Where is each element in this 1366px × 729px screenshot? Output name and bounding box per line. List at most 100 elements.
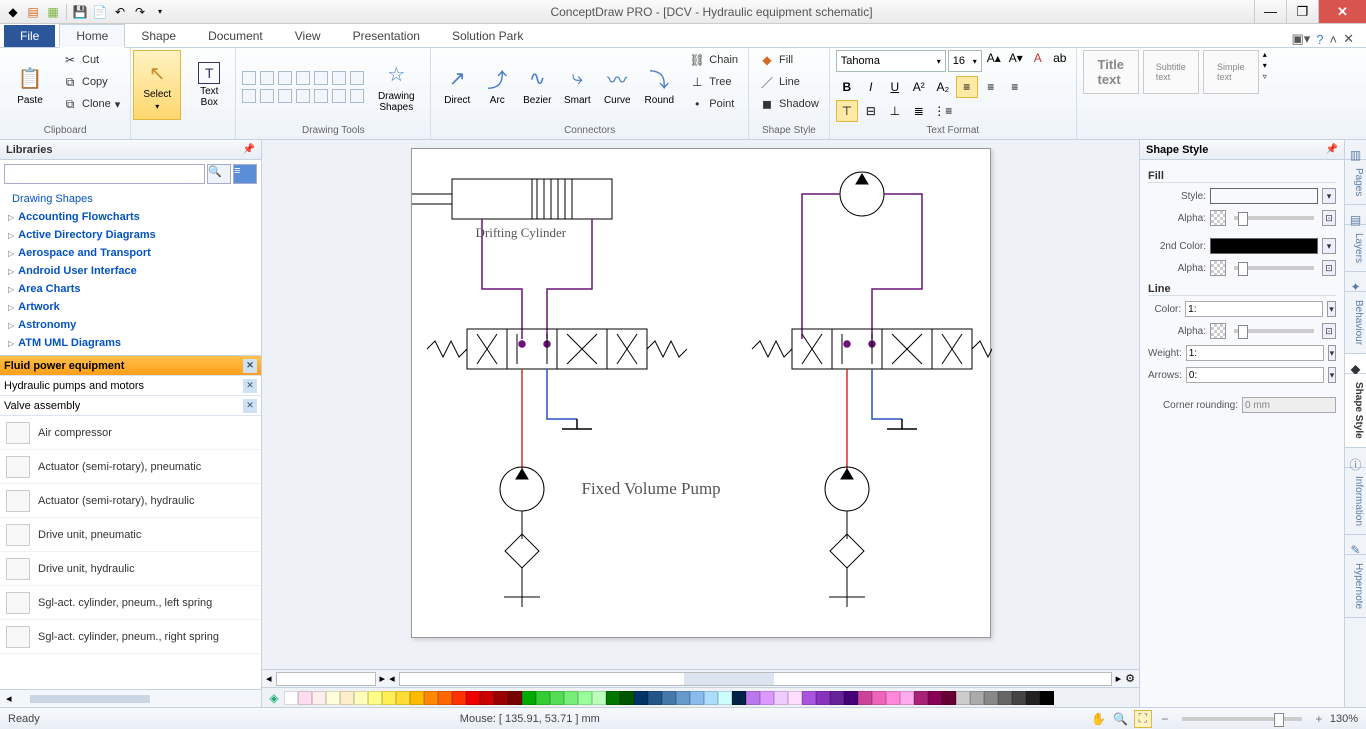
shrink-font-icon[interactable]: A▾ (1006, 50, 1026, 66)
help-icon[interactable]: ? (1316, 32, 1323, 47)
close-doc-icon[interactable]: ✕ (1343, 31, 1354, 47)
drawing-tool-grid[interactable] (242, 71, 364, 103)
valign-bot-button[interactable]: ⊥ (884, 100, 906, 122)
color-swatch[interactable] (564, 691, 578, 705)
color-swatch[interactable] (312, 691, 326, 705)
style-subtitle[interactable]: Subtitle text (1143, 50, 1199, 94)
connector-smart[interactable]: ⤷Smart (557, 50, 597, 120)
color-swatch[interactable] (718, 691, 732, 705)
qat-dropdown-icon[interactable]: ▾ (151, 3, 169, 21)
status-zoom-out-icon[interactable]: − (1156, 710, 1174, 728)
copy-button[interactable]: ⧉Copy (58, 72, 124, 92)
pin-icon[interactable]: 📌 (243, 144, 255, 155)
color-swatch[interactable] (368, 691, 382, 705)
align-left-button[interactable]: ≡ (956, 76, 978, 98)
tab-home[interactable]: Home (59, 24, 125, 48)
page-tab-nav[interactable] (276, 672, 376, 686)
clone-button[interactable]: ⧉Clone ▾ (58, 94, 124, 114)
color-swatch[interactable] (326, 691, 340, 705)
color-swatch[interactable] (704, 691, 718, 705)
color-swatch[interactable] (522, 691, 536, 705)
close-icon[interactable]: ✕ (243, 379, 257, 393)
styles-down-icon[interactable]: ▾ (1263, 61, 1267, 70)
search-button[interactable]: 🔍 (207, 164, 231, 184)
qat-new-icon[interactable]: 📄 (91, 3, 109, 21)
color-swatch[interactable] (676, 691, 690, 705)
drawing-shapes-button[interactable]: ☆ Drawing Shapes (368, 52, 424, 122)
config-icon[interactable]: ⚙ (1125, 672, 1135, 685)
close-icon[interactable]: ✕ (243, 399, 257, 413)
sidetab-pages-icon[interactable]: ▥ (1345, 140, 1366, 160)
highlight-icon[interactable]: ab (1050, 50, 1070, 66)
file-tab[interactable]: File (4, 25, 55, 47)
alpha-slider[interactable] (1234, 216, 1314, 220)
style-title[interactable]: Title text (1083, 50, 1139, 94)
color-swatch[interactable] (970, 691, 984, 705)
second-color-swatch[interactable] (1210, 238, 1318, 254)
color-swatch[interactable] (774, 691, 788, 705)
tab-solution-park[interactable]: Solution Park (436, 25, 539, 47)
styles-more-icon[interactable]: ▿ (1263, 72, 1267, 81)
canvas[interactable]: Drifting Cylinder Fixed Volume Pump (411, 148, 991, 638)
color-swatch[interactable] (508, 691, 522, 705)
underline-button[interactable]: U (884, 76, 906, 98)
color-swatch[interactable] (536, 691, 550, 705)
color-swatch[interactable] (914, 691, 928, 705)
color-swatch[interactable] (424, 691, 438, 705)
color-swatch[interactable] (648, 691, 662, 705)
color-swatch[interactable] (872, 691, 886, 705)
close-icon[interactable]: ✕ (243, 359, 257, 373)
textbox-button[interactable]: T Text Box (185, 50, 233, 120)
dropdown-icon[interactable]: ▾ (1322, 188, 1336, 204)
tab-document[interactable]: Document (192, 25, 279, 47)
libsel-valve-assembly[interactable]: Valve assembly✕ (0, 396, 261, 416)
color-swatch[interactable] (816, 691, 830, 705)
color-swatch[interactable] (760, 691, 774, 705)
color-swatch[interactable] (634, 691, 648, 705)
alpha-slider[interactable] (1234, 329, 1314, 333)
status-zoom-in-icon[interactable]: + (1310, 710, 1328, 728)
tab-view[interactable]: View (279, 25, 337, 47)
color-swatch[interactable] (592, 691, 606, 705)
fontsize-select[interactable]: 16▾ (948, 50, 982, 72)
sidetab-info[interactable]: Information (1345, 468, 1366, 535)
color-swatch[interactable] (550, 691, 564, 705)
qat-slides-icon[interactable]: ▤ (24, 3, 42, 21)
sidetab-info-icon[interactable]: ⓘ (1345, 448, 1366, 468)
color-swatch[interactable] (844, 691, 858, 705)
left-scrollbar[interactable]: ◂ (0, 689, 261, 707)
alpha-value[interactable]: ⊡ (1322, 210, 1336, 226)
color-swatch[interactable] (746, 691, 760, 705)
color-swatch[interactable] (284, 691, 298, 705)
status-hand-icon[interactable]: ✋ (1090, 710, 1108, 728)
zoom-slider[interactable] (1182, 717, 1302, 721)
subscript-button[interactable]: A₂ (932, 76, 954, 98)
stencil-list[interactable]: Air compressor Actuator (semi-rotary), p… (0, 416, 261, 689)
valign-top-button[interactable]: ⊤ (836, 100, 858, 122)
minimize-button[interactable]: — (1254, 0, 1286, 23)
color-swatch[interactable] (886, 691, 900, 705)
cut-button[interactable]: ✂Cut (58, 50, 124, 70)
sidetab-behaviour[interactable]: Behaviour (1345, 292, 1366, 354)
palette-picker-icon[interactable]: ◈ (264, 691, 284, 705)
numbering-button[interactable]: ⋮≡ (932, 100, 954, 122)
color-swatch[interactable] (382, 691, 396, 705)
connector-point[interactable]: •Point (685, 94, 742, 114)
status-fit-icon[interactable]: ⛶ (1134, 710, 1152, 728)
qat-redo-icon[interactable]: ↷ (131, 3, 149, 21)
close-button[interactable]: ✕ (1318, 0, 1366, 23)
color-swatch[interactable] (578, 691, 592, 705)
libsel-fluid-power[interactable]: Fluid power equipment✕ (0, 356, 261, 376)
paste-button[interactable]: 📋 Paste (6, 50, 54, 120)
color-swatch[interactable] (340, 691, 354, 705)
align-center-button[interactable]: ≡ (980, 76, 1002, 98)
bullets-button[interactable]: ≣ (908, 100, 930, 122)
line-color-input[interactable] (1185, 301, 1323, 317)
grow-font-icon[interactable]: A▴ (984, 50, 1004, 66)
pin-icon[interactable]: 📌 (1326, 144, 1338, 155)
color-swatch[interactable] (466, 691, 480, 705)
sidetab-shapestyle[interactable]: Shape Style (1345, 374, 1366, 448)
bold-button[interactable]: B (836, 76, 858, 98)
qat-undo-icon[interactable]: ↶ (111, 3, 129, 21)
alpha-slider[interactable] (1234, 266, 1314, 270)
